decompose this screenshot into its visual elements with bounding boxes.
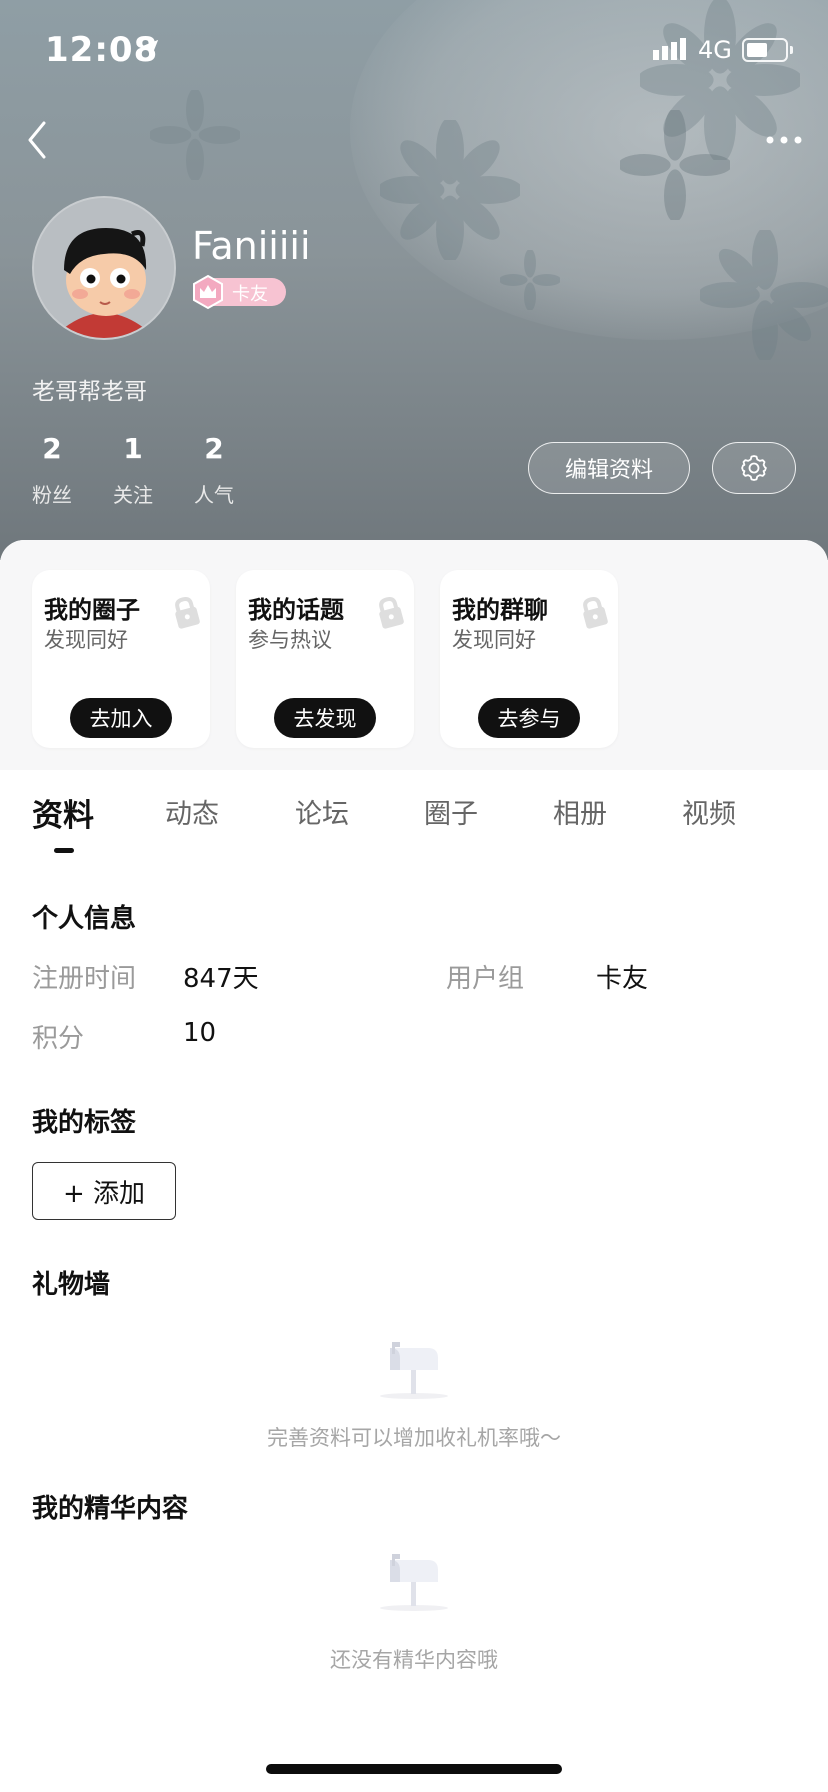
- add-tag-button[interactable]: + 添加: [32, 1162, 176, 1220]
- tab-activity[interactable]: 动态: [165, 792, 219, 831]
- card-my-topics[interactable]: 我的话题 参与热议 去发现: [236, 570, 414, 748]
- network-type: 4G: [698, 36, 732, 64]
- tab-profile[interactable]: 资料: [32, 790, 94, 835]
- join-group-chat-button[interactable]: 去参与: [478, 698, 580, 738]
- badge-label: 卡友: [232, 284, 268, 305]
- discover-topic-button[interactable]: 去发现: [274, 698, 376, 738]
- flower-decoration: [620, 110, 730, 220]
- stat-label: 人气: [194, 483, 234, 507]
- empty-mailbox-icon: [380, 1554, 448, 1611]
- tab-forum[interactable]: 论坛: [295, 792, 349, 831]
- stat-label: 粉丝: [32, 483, 72, 507]
- points-value: 10: [183, 1018, 217, 1048]
- stat-value: 2: [204, 432, 224, 465]
- lock-icon: [583, 597, 608, 629]
- register-time-value: 847天: [183, 964, 259, 994]
- signal-icon: [653, 38, 686, 60]
- card-my-circles[interactable]: 我的圈子 发现同好 去加入: [32, 570, 210, 748]
- flower-decoration: [150, 90, 240, 180]
- battery-icon: [742, 38, 793, 62]
- username: Faniiiii: [192, 224, 311, 268]
- status-bar: 12:08 4G: [0, 0, 828, 100]
- more-button[interactable]: [760, 120, 810, 160]
- active-tab-indicator: [54, 848, 74, 853]
- cartoon-avatar-icon: [34, 198, 174, 338]
- stat-value: 2: [42, 432, 62, 465]
- crown-icon: [193, 274, 223, 310]
- card-title: 我的群聊: [452, 596, 548, 624]
- card-subtitle: 参与热议: [248, 628, 332, 652]
- points-label: 积分: [32, 1024, 85, 1054]
- avatar[interactable]: [32, 196, 176, 340]
- settings-button[interactable]: [712, 442, 796, 494]
- stat-following[interactable]: 1 关注: [103, 432, 163, 508]
- profile-tabs: 资料 动态 论坛 圈子 相册 视频: [0, 792, 828, 852]
- user-group-value: 卡友: [596, 964, 649, 994]
- section-title-featured: 我的精华内容: [32, 1494, 189, 1524]
- section-title-tags: 我的标签: [32, 1108, 137, 1138]
- stat-fans[interactable]: 2 粉丝: [22, 432, 82, 508]
- card-subtitle: 发现同好: [44, 628, 128, 652]
- chevron-left-icon: [28, 121, 46, 159]
- user-badge: 卡友: [193, 274, 286, 310]
- gift-wall-empty-text: 完善资料可以增加收礼机率哦～: [267, 1426, 561, 1450]
- flower-decoration: [700, 230, 828, 360]
- card-title: 我的圈子: [44, 596, 140, 624]
- feature-cards: 我的圈子 发现同好 去加入 我的话题 参与热议 去发现 我的群聊 发现同好 去参…: [0, 540, 828, 770]
- tab-circles[interactable]: 圈子: [424, 792, 478, 831]
- register-time-label: 注册时间: [32, 964, 137, 994]
- bio: 老哥帮老哥: [32, 379, 147, 405]
- more-dots-icon: [766, 136, 802, 144]
- flower-decoration: [380, 120, 520, 260]
- stat-popularity[interactable]: 2 人气: [184, 432, 244, 508]
- featured-empty-text: 还没有精华内容哦: [330, 1648, 498, 1672]
- home-indicator[interactable]: [266, 1764, 562, 1774]
- stat-value: 1: [123, 432, 143, 465]
- profile-header: 12:08 4G Faniiiii 卡友 老哥帮老哥 2 粉丝 1 关注 2 人…: [0, 0, 828, 560]
- card-my-group-chats[interactable]: 我的群聊 发现同好 去参与: [440, 570, 618, 748]
- profile-content: 我的圈子 发现同好 去加入 我的话题 参与热议 去发现 我的群聊 发现同好 去参…: [0, 540, 828, 1792]
- section-title-gift-wall: 礼物墙: [32, 1270, 111, 1300]
- user-group-label: 用户组: [446, 964, 525, 994]
- empty-mailbox-icon: [380, 1342, 448, 1399]
- flower-decoration: [500, 250, 560, 310]
- location-arrow-icon: [139, 39, 159, 59]
- tab-album[interactable]: 相册: [553, 792, 607, 831]
- card-subtitle: 发现同好: [452, 628, 536, 652]
- lock-icon: [175, 597, 200, 629]
- tab-videos[interactable]: 视频: [682, 792, 736, 831]
- stat-label: 关注: [113, 483, 153, 507]
- join-circle-button[interactable]: 去加入: [70, 698, 172, 738]
- gear-icon: [741, 455, 767, 481]
- card-title: 我的话题: [248, 596, 344, 624]
- back-button[interactable]: [20, 115, 60, 165]
- lock-icon: [379, 597, 404, 629]
- section-title-personal-info: 个人信息: [32, 904, 137, 934]
- edit-profile-button[interactable]: 编辑资料: [528, 442, 690, 494]
